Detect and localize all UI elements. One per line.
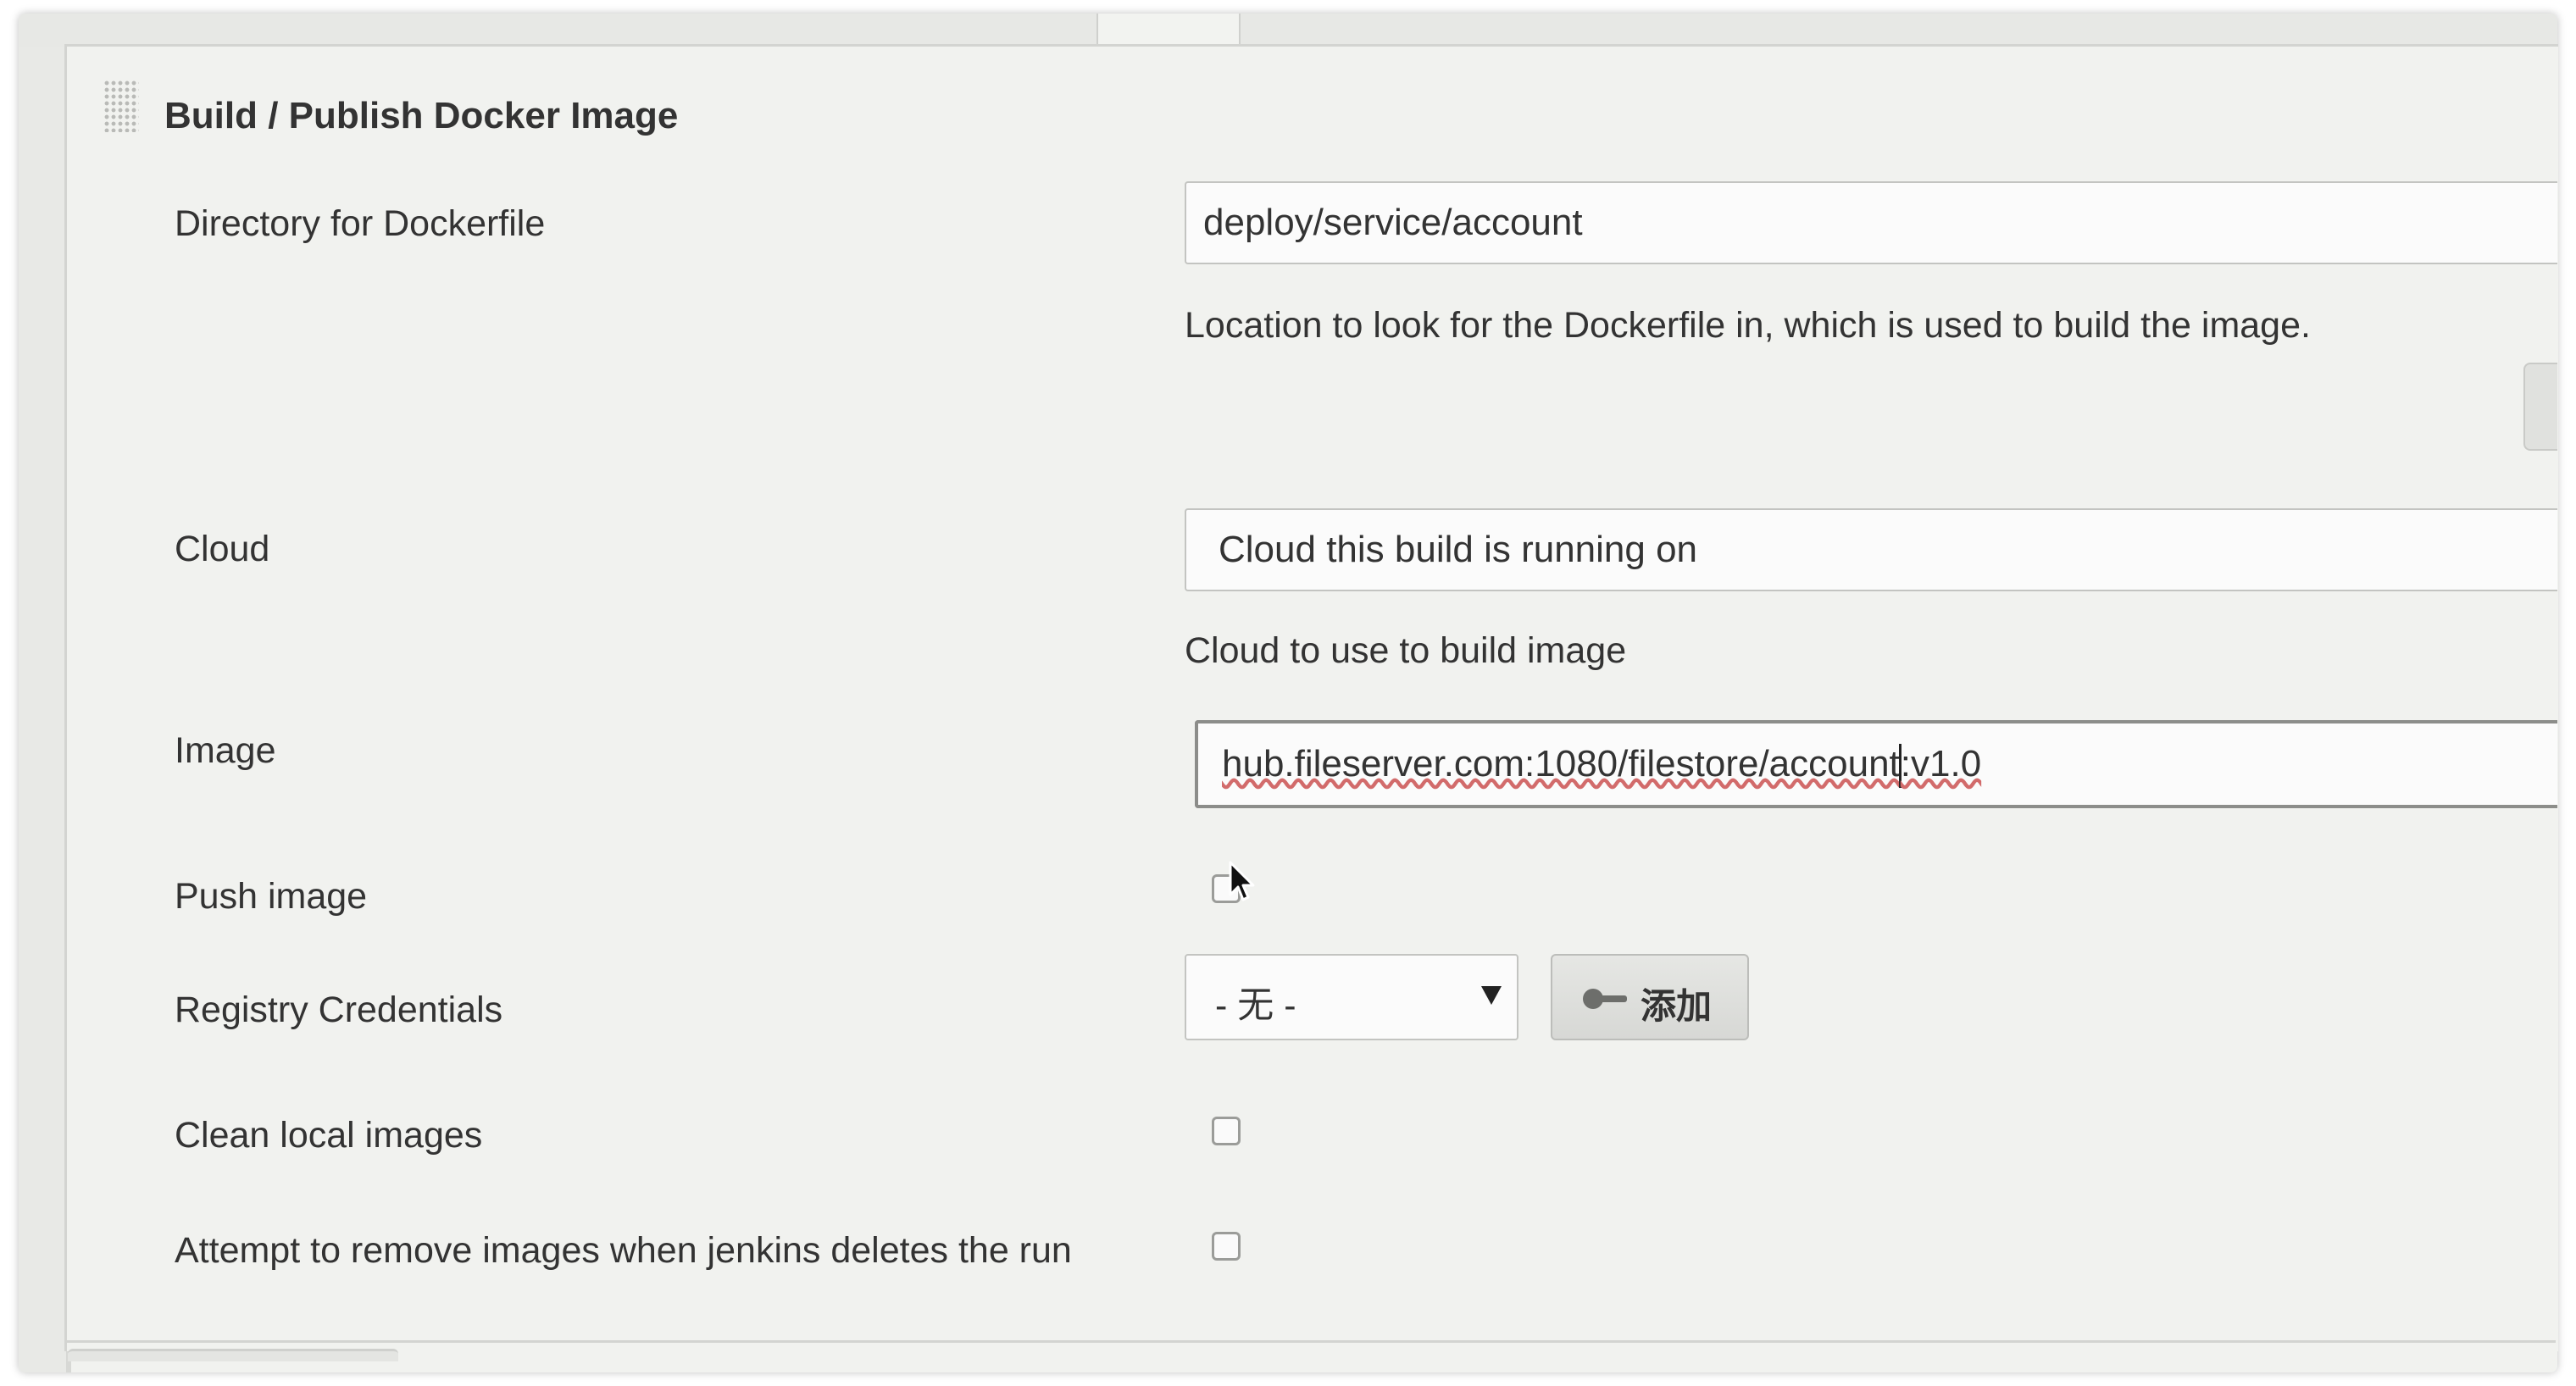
bottom-tab[interactable]: [68, 1349, 398, 1361]
left-rail: [19, 47, 71, 1372]
remove-images-label: Attempt to remove images when jenkins de…: [175, 1230, 1072, 1271]
clean-local-images-label: Clean local images: [175, 1115, 483, 1156]
dockerfile-help: Location to look for the Dockerfile in, …: [1185, 305, 2311, 346]
registry-credentials-selected: - 无 -: [1215, 985, 1296, 1026]
remove-images-checkbox[interactable]: [1212, 1232, 1241, 1261]
dropdown-arrow-icon: [1481, 986, 1502, 1005]
mouse-pointer-icon: [1229, 861, 1255, 901]
drag-handle-icon[interactable]: [103, 80, 139, 132]
dockerfile-label: Directory for Dockerfile: [175, 203, 546, 244]
cloud-label: Cloud: [175, 529, 270, 569]
image-input[interactable]: hub.fileserver.com:1080/filestore/accoun…: [1195, 720, 2557, 808]
section-bottom-border: [64, 1340, 2556, 1343]
side-scroll-tab[interactable]: [2523, 363, 2557, 451]
add-button-label: 添加: [1641, 986, 1713, 1026]
image-value: hub.fileserver.com:1080/filestore/accoun…: [1222, 743, 1981, 789]
push-image-label: Push image: [175, 876, 368, 917]
cloud-input[interactable]: Cloud this build is running on: [1185, 508, 2557, 591]
registry-credentials-select[interactable]: - 无 -: [1185, 954, 1518, 1040]
key-icon: [1583, 989, 1627, 1009]
cloud-help: Cloud to use to build image: [1185, 630, 1627, 671]
clean-local-images-checkbox[interactable]: [1212, 1117, 1241, 1145]
add-credentials-button[interactable]: 添加: [1551, 954, 1749, 1040]
section-title: Build / Publish Docker Image: [164, 95, 679, 136]
registry-credentials-label: Registry Credentials: [175, 990, 503, 1030]
image-label: Image: [175, 730, 276, 771]
dockerfile-input[interactable]: deploy/service/account: [1185, 181, 2557, 264]
